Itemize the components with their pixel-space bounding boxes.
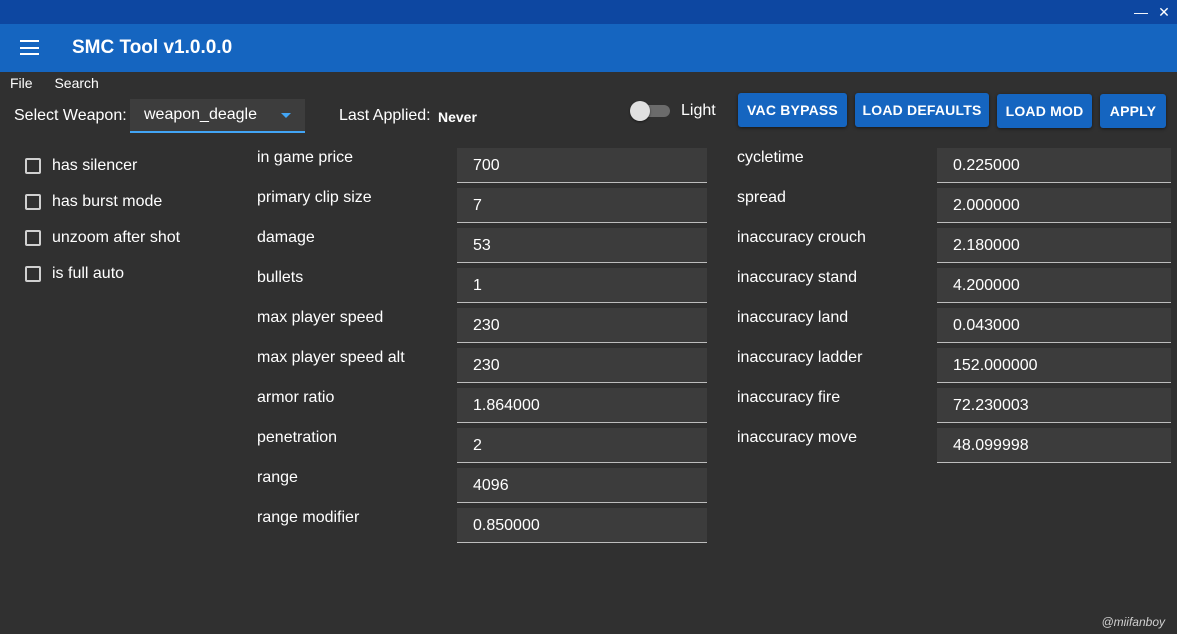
field-label-inaccuracy-move: inaccuracy move xyxy=(737,429,858,446)
field-armor-ratio[interactable]: 1.864000 xyxy=(457,388,707,423)
theme-label: Light xyxy=(681,102,716,119)
field-label-in-game-price: in game price xyxy=(257,149,354,166)
field-primary-clip-size[interactable]: 7 xyxy=(457,188,707,223)
checkbox-label: is full auto xyxy=(52,265,125,282)
field-inaccuracy-stand[interactable]: 4.200000 xyxy=(937,268,1171,303)
field-inaccuracy-crouch[interactable]: 2.180000 xyxy=(937,228,1171,263)
field-value: 48.099998 xyxy=(953,437,1029,454)
field-penetration[interactable]: 2 xyxy=(457,428,707,463)
field-label-range-modifier: range modifier xyxy=(257,509,360,526)
checkbox-has-burst-mode[interactable]: has burst mode xyxy=(25,192,162,212)
field-value: 230 xyxy=(473,357,500,374)
field-damage[interactable]: 53 xyxy=(457,228,707,263)
checkbox-label: unzoom after shot xyxy=(52,229,181,246)
field-inaccuracy-move[interactable]: 48.099998 xyxy=(937,428,1171,463)
field-label-inaccuracy-crouch: inaccuracy crouch xyxy=(737,229,866,246)
field-label-bullets: bullets xyxy=(257,269,304,286)
load-mod-button[interactable]: LOAD MOD xyxy=(997,94,1092,128)
last-applied-label: Last Applied: xyxy=(339,107,431,124)
checkbox-box[interactable] xyxy=(25,194,41,210)
select-weapon-label: Select Weapon: xyxy=(14,107,127,124)
field-in-game-price[interactable]: 700 xyxy=(457,148,707,183)
checkbox-unzoom-after-shot[interactable]: unzoom after shot xyxy=(25,228,180,248)
field-label-armor-ratio: armor ratio xyxy=(257,389,335,406)
field-inaccuracy-fire[interactable]: 72.230003 xyxy=(937,388,1171,423)
credit-text: @miifanboy xyxy=(1101,615,1165,629)
field-label-spread: spread xyxy=(737,189,786,206)
checkbox-label: has burst mode xyxy=(52,193,163,210)
minimize-icon[interactable]: — xyxy=(1132,3,1150,21)
field-cycletime[interactable]: 0.225000 xyxy=(937,148,1171,183)
field-range[interactable]: 4096 xyxy=(457,468,707,503)
field-value: 1 xyxy=(473,277,482,294)
field-value: 4096 xyxy=(473,477,509,494)
field-value: 700 xyxy=(473,157,500,174)
menu-file[interactable]: File xyxy=(10,75,33,91)
field-inaccuracy-land[interactable]: 0.043000 xyxy=(937,308,1171,343)
field-value: 2 xyxy=(473,437,482,454)
checkbox-box[interactable] xyxy=(25,158,41,174)
field-label-max-player-speed: max player speed xyxy=(257,309,384,326)
field-value: 152.000000 xyxy=(953,357,1038,374)
field-bullets[interactable]: 1 xyxy=(457,268,707,303)
field-label-inaccuracy-ladder: inaccuracy ladder xyxy=(737,349,863,366)
menu-bar: File Search xyxy=(10,75,117,93)
field-label-inaccuracy-stand: inaccuracy stand xyxy=(737,269,858,286)
theme-toggle[interactable] xyxy=(630,101,670,121)
window-titlebar: — ✕ xyxy=(0,0,1177,24)
app-header: SMC Tool v1.0.0.0 xyxy=(0,24,1177,72)
field-label-inaccuracy-land: inaccuracy land xyxy=(737,309,849,326)
field-value: 0.043000 xyxy=(953,317,1020,334)
dropdown-arrow-icon xyxy=(281,113,291,118)
field-label-inaccuracy-fire: inaccuracy fire xyxy=(737,389,841,406)
app-title: SMC Tool v1.0.0.0 xyxy=(72,37,233,58)
checkbox-box[interactable] xyxy=(25,266,41,282)
field-value: 0.850000 xyxy=(473,517,540,534)
field-label-primary-clip-size: primary clip size xyxy=(257,189,372,206)
field-value: 53 xyxy=(473,237,491,254)
hamburger-menu-icon[interactable] xyxy=(20,40,39,55)
close-icon[interactable]: ✕ xyxy=(1155,3,1173,21)
field-inaccuracy-ladder[interactable]: 152.000000 xyxy=(937,348,1171,383)
field-value: 230 xyxy=(473,317,500,334)
field-value: 4.200000 xyxy=(953,277,1020,294)
last-applied-value: Never xyxy=(438,109,477,125)
field-value: 2.000000 xyxy=(953,197,1020,214)
vac-bypass-button[interactable]: VAC BYPASS xyxy=(738,93,847,127)
field-label-range: range xyxy=(257,469,298,486)
weapon-select-value: weapon_deagle xyxy=(144,106,257,123)
load-defaults-button[interactable]: LOAD DEFAULTS xyxy=(855,93,989,127)
apply-button[interactable]: APPLY xyxy=(1100,94,1166,128)
field-max-player-speed[interactable]: 230 xyxy=(457,308,707,343)
checkbox-box[interactable] xyxy=(25,230,41,246)
toggle-thumb xyxy=(630,101,650,121)
field-label-penetration: penetration xyxy=(257,429,338,446)
checkbox-is-full-auto[interactable]: is full auto xyxy=(25,264,124,284)
field-value: 1.864000 xyxy=(473,397,540,414)
field-value: 7 xyxy=(473,197,482,214)
field-spread[interactable]: 2.000000 xyxy=(937,188,1171,223)
field-value: 2.180000 xyxy=(953,237,1020,254)
field-label-max-player-speed-alt: max player speed alt xyxy=(257,349,405,366)
weapon-select[interactable]: weapon_deagle xyxy=(130,99,305,133)
field-label-damage: damage xyxy=(257,229,315,246)
field-value: 0.225000 xyxy=(953,157,1020,174)
field-value: 72.230003 xyxy=(953,397,1029,414)
checkbox-has-silencer[interactable]: has silencer xyxy=(25,156,137,176)
field-range-modifier[interactable]: 0.850000 xyxy=(457,508,707,543)
checkbox-label: has silencer xyxy=(52,157,138,174)
field-max-player-speed-alt[interactable]: 230 xyxy=(457,348,707,383)
menu-search[interactable]: Search xyxy=(54,75,98,91)
field-label-cycletime: cycletime xyxy=(737,149,804,166)
